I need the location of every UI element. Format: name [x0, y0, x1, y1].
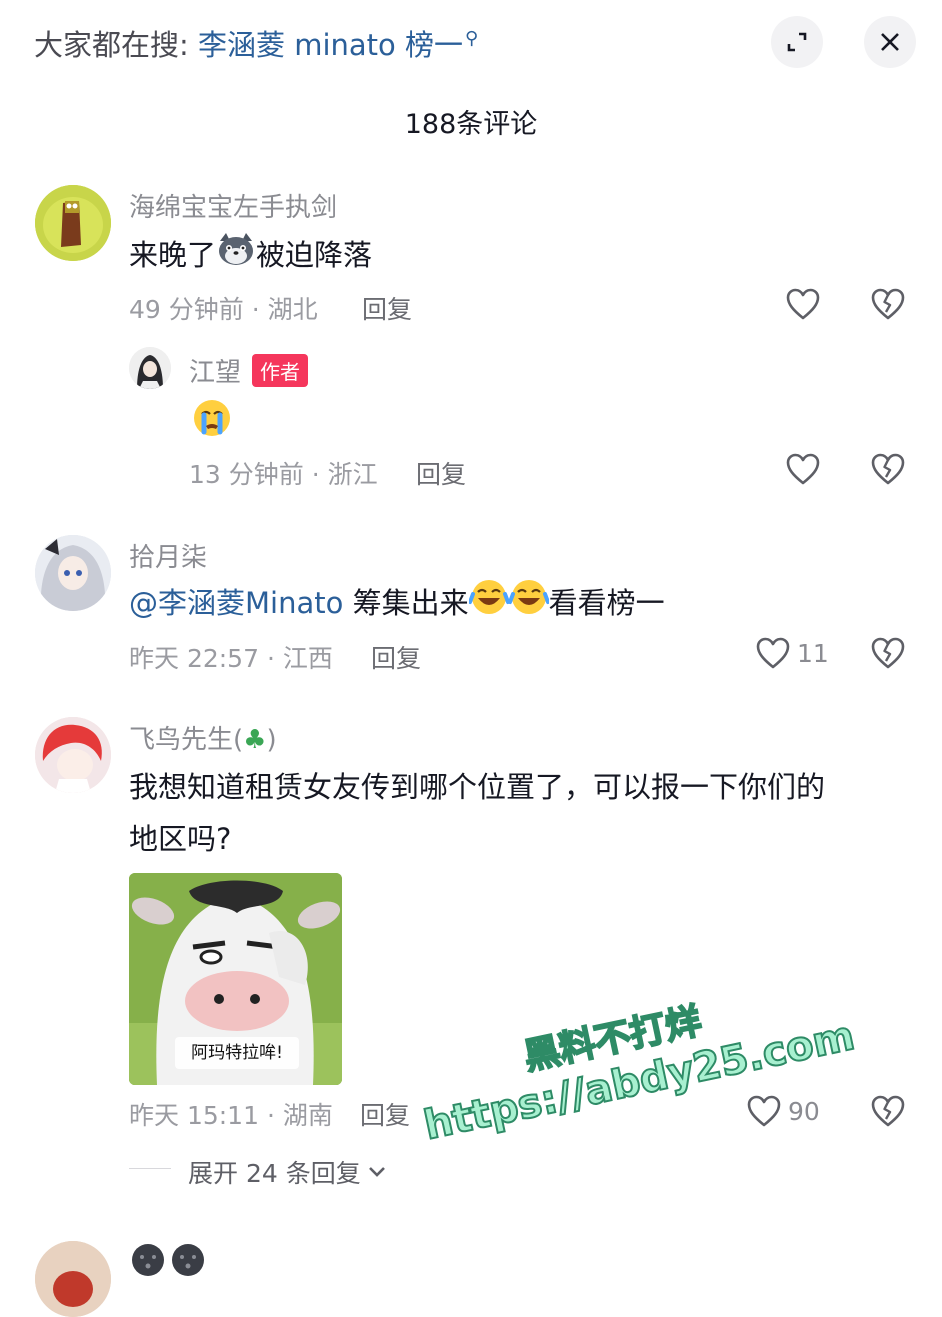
chevron-down-icon	[368, 1167, 385, 1177]
comment-text-line: 地区吗?	[129, 822, 232, 856]
heart-icon	[747, 1095, 781, 1127]
crying-emoji-icon	[190, 398, 234, 442]
avatar[interactable]	[35, 535, 111, 611]
expand-icon	[787, 32, 807, 52]
comment-text: @李涵菱Minato 筹集出来 看看榜一	[129, 577, 665, 632]
avatar[interactable]	[129, 347, 171, 389]
avatar[interactable]	[35, 185, 111, 261]
new-moon-face-emoji-icon	[132, 1244, 164, 1276]
expand-button[interactable]	[771, 16, 823, 68]
like-count: 11	[797, 638, 829, 668]
heart-icon	[786, 453, 820, 485]
broken-heart-icon	[871, 453, 905, 485]
avatar-image	[35, 717, 111, 793]
heart-icon	[786, 288, 820, 320]
comment-meta: 49 分钟前 · 湖北	[129, 295, 318, 324]
clover-icon: ♣	[243, 725, 267, 755]
avatar-image	[35, 185, 111, 261]
close-icon	[881, 33, 899, 51]
heart-icon	[756, 637, 790, 669]
comment-text: 来晚了 被迫降落	[129, 229, 372, 283]
comment-text-line: 我想知道租赁女友传到哪个位置了，可以报一下你们的	[129, 770, 826, 804]
close-button[interactable]	[864, 16, 916, 68]
divider	[129, 1168, 171, 1169]
reply-username[interactable]: 江望	[189, 352, 241, 389]
laughing-emoji-icon	[467, 578, 510, 632]
author-badge: 作者	[252, 354, 308, 387]
laughing-emoji-icon	[507, 578, 550, 632]
dislike-button[interactable]	[870, 1094, 906, 1132]
reply-button[interactable]: 回复	[416, 455, 466, 491]
comment-username[interactable]: 飞鸟先生(♣)	[129, 719, 277, 756]
avatar[interactable]	[35, 717, 111, 793]
like-count: 90	[788, 1096, 820, 1126]
broken-heart-icon	[871, 637, 905, 669]
dislike-button[interactable]	[870, 287, 906, 325]
avatar[interactable]	[35, 1241, 111, 1317]
wolf-emoji-icon	[216, 231, 256, 283]
new-moon-face-emoji-icon	[172, 1244, 204, 1276]
expand-replies-button[interactable]: 展开 24 条回复	[188, 1154, 387, 1190]
dislike-button[interactable]	[870, 636, 906, 674]
comment-username[interactable]: 海绵宝宝左手执剑	[129, 187, 337, 224]
search-keyword[interactable]: 李涵菱 minato 榜一	[198, 28, 463, 62]
avatar-image	[129, 347, 171, 389]
search-icon: ⚲	[465, 28, 479, 50]
sticker-caption: 阿玛特拉哞!	[191, 1043, 283, 1063]
like-button[interactable]	[785, 287, 821, 325]
reply-button[interactable]: 回复	[371, 639, 421, 675]
avatar-image	[35, 1241, 111, 1317]
search-prefix: 大家都在搜:	[34, 28, 198, 62]
broken-heart-icon	[871, 288, 905, 320]
mention-link[interactable]: @李涵菱Minato	[129, 586, 343, 620]
comment-meta: 昨天 22:57 · 江西	[129, 644, 333, 673]
like-button[interactable]: 90	[746, 1094, 820, 1128]
dislike-button[interactable]	[870, 452, 906, 490]
comment-username[interactable]: 拾月柒	[129, 537, 207, 574]
like-button[interactable]	[785, 452, 821, 490]
broken-heart-icon	[871, 1095, 905, 1127]
avatar-image	[35, 535, 111, 611]
search-suggestion[interactable]: 大家都在搜: 李涵菱 minato 榜一 ⚲	[34, 22, 478, 64]
reply-button[interactable]: 回复	[360, 1096, 410, 1132]
comment-emoji-row	[130, 1242, 206, 1278]
like-button[interactable]: 11	[755, 636, 829, 670]
reply-meta: 13 分钟前 · 浙江	[189, 460, 378, 489]
sticker-image[interactable]: 阿玛特拉哞!	[129, 873, 342, 1085]
reply-button[interactable]: 回复	[362, 290, 412, 326]
comment-meta: 昨天 15:11 · 湖南	[129, 1101, 333, 1130]
comment-count: 188条评论	[404, 109, 538, 140]
